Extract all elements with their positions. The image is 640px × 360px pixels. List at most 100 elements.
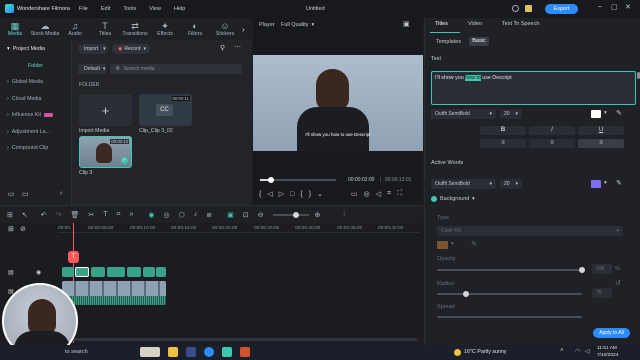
select-icon[interactable]: ↖ [22,211,28,219]
split-icon[interactable]: ✂ [88,211,94,219]
link-icon[interactable]: ⊘ [20,225,26,233]
more-icon[interactable]: ⋯ [234,43,241,51]
zoom-slider-knob[interactable] [292,211,299,218]
underline-button[interactable]: U [578,126,624,135]
wifi-icon[interactable]: ◠ [575,348,580,355]
sidebar-item-adjustment-layer[interactable]: › Adjustment La... [0,124,71,141]
tab-titles[interactable]: T Titles [90,21,120,37]
mic-icon[interactable]: ♪ [194,211,198,218]
chevron-down-icon[interactable]: ▾ [604,180,607,186]
minimize-icon[interactable]: – [598,3,602,10]
tab-media[interactable]: ▦ Media [0,21,30,37]
title-clip[interactable] [127,267,141,277]
undo-icon[interactable]: ↶ [41,211,47,219]
camera-icon[interactable]: ◎ [364,190,370,198]
active-size-dropdown[interactable]: 20 ▾ [500,179,522,189]
play-icon[interactable]: ▷ [279,190,284,198]
background-color-swatch[interactable] [437,241,448,249]
title-clip[interactable] [143,267,155,277]
apply-to-all-button[interactable]: Apply to All [593,328,630,338]
search-input[interactable]: ⚲ Search media [110,64,242,74]
import-button[interactable]: Import ▾ [78,44,108,54]
filter-icon[interactable]: ⚲ [220,44,225,52]
maximize-icon[interactable]: ▢ [611,3,618,11]
export-button[interactable]: Export [545,4,578,14]
zoom-slider[interactable] [272,211,309,218]
new-folder-icon[interactable]: ▭ [8,190,15,198]
mark-out-icon[interactable]: { [300,191,302,198]
align-center-button[interactable]: ≡ [529,139,575,148]
text-tool-icon[interactable]: T [103,211,107,218]
align-right-button[interactable]: ≡ [578,139,624,148]
subtab-templates[interactable]: Templates [436,39,461,45]
italic-button[interactable]: I [529,126,575,135]
opacity-slider-knob[interactable] [579,267,585,273]
spread-slider[interactable] [437,316,582,318]
sidebar-item-global-media[interactable]: › Global Media [0,74,71,91]
account-icon[interactable] [512,5,519,12]
sidebar-item-influence-kit[interactable]: › Influence Kit [0,107,71,124]
filmora-taskbar-icon[interactable] [222,347,232,357]
mark-in-icon[interactable]: { [259,191,261,198]
file-explorer-icon[interactable] [168,347,178,357]
delete-icon[interactable]: 🗑︎ [71,211,80,219]
tab-effects[interactable]: ✦ Effects [150,21,180,37]
radius-slider-knob[interactable] [463,291,469,297]
subtab-basic[interactable]: Basic [469,37,489,46]
tab-text-to-speech[interactable]: Text To Speech [502,21,540,27]
trim-icon[interactable]: ⌄ [317,190,323,198]
import-media-tile[interactable]: + [79,94,132,126]
chevron-down-icon[interactable]: ▾ [604,110,607,116]
menu-help[interactable]: Help [174,6,185,12]
sidebar-item-folder[interactable]: Folder [0,58,71,75]
magnet-icon[interactable]: ◉ [148,211,154,219]
fullscreen-icon[interactable]: ⛶ [397,190,402,198]
timeline-settings-icon[interactable]: ⦙ [343,211,345,219]
crop-icon[interactable]: ⌗ [387,190,391,198]
type-dropdown[interactable]: Color Fill ▾ [437,226,623,236]
sidebar-item-project-media[interactable]: ▾ Project Media [0,41,71,58]
reset-icon[interactable]: ↺ [615,279,621,287]
clip-thumbnail[interactable]: 00:00:11 CC [139,94,192,126]
import-media-item[interactable]: + Import Media [79,94,132,134]
volume-icon[interactable]: ◁ [376,190,381,198]
chevron-down-icon[interactable]: ▾ [472,196,475,202]
shield-icon[interactable]: ⬡ [179,211,185,219]
zoom-in-icon[interactable]: ⊕ [315,211,321,219]
video-preview[interactable]: I'll show you how to use Descript [253,55,423,151]
opacity-value-field[interactable]: 100 [592,264,612,274]
media-item-clip-clip3-02[interactable]: 00:00:11 CC Clip_Clip 3_02 [139,94,192,134]
markers-icon[interactable]: ⊡ [243,211,249,219]
bold-button[interactable]: B [480,126,526,135]
powerpoint-icon[interactable] [240,347,250,357]
snapshot-icon[interactable]: ▣ [403,20,410,28]
tab-filters[interactable]: ◐ Filters [180,21,210,37]
scrubber-knob[interactable] [268,177,275,183]
eyedropper-icon[interactable]: ✎ [616,109,622,117]
collapse-icon[interactable]: ‹ [60,190,62,197]
menu-edit[interactable]: Edit [101,6,110,12]
crop-tool-icon[interactable]: ⌗ [117,211,121,219]
text-color-swatch[interactable] [591,110,601,118]
playhead-handle[interactable]: T [68,251,79,263]
align-left-button[interactable]: ≡ [480,139,526,148]
list-icon[interactable]: ≣ [206,211,212,219]
active-color-swatch[interactable] [591,180,601,188]
quality-dropdown[interactable]: Full Quality ▾ [281,22,314,28]
taskbar-search-placeholder[interactable]: to search [65,349,88,355]
tab-stock-media[interactable]: ☁ Stock Media [30,21,60,37]
chevron-down-icon[interactable]: ▾ [451,241,454,247]
track-visible-icon[interactable]: ◉ [36,269,41,276]
sidebar-item-cloud-media[interactable]: › Cloud Media [0,91,71,108]
font-dropdown[interactable]: Outfit SemiBold ▾ [431,109,496,119]
menu-tools[interactable]: Tools [123,6,136,12]
eyedropper-icon[interactable]: ✎ [471,240,477,248]
redo-icon[interactable]: ↷ [56,211,62,219]
chevron-right-icon[interactable]: › [242,25,245,34]
title-clip[interactable] [156,267,166,277]
eyedropper-icon[interactable]: ✎ [616,179,622,187]
tab-titles-properties[interactable]: Titles [435,21,448,27]
text-content-field[interactable]: I'll show you how to use Descript [431,71,636,105]
timeline-scrollbar[interactable] [58,338,418,341]
close-icon[interactable]: ✕ [625,3,631,11]
